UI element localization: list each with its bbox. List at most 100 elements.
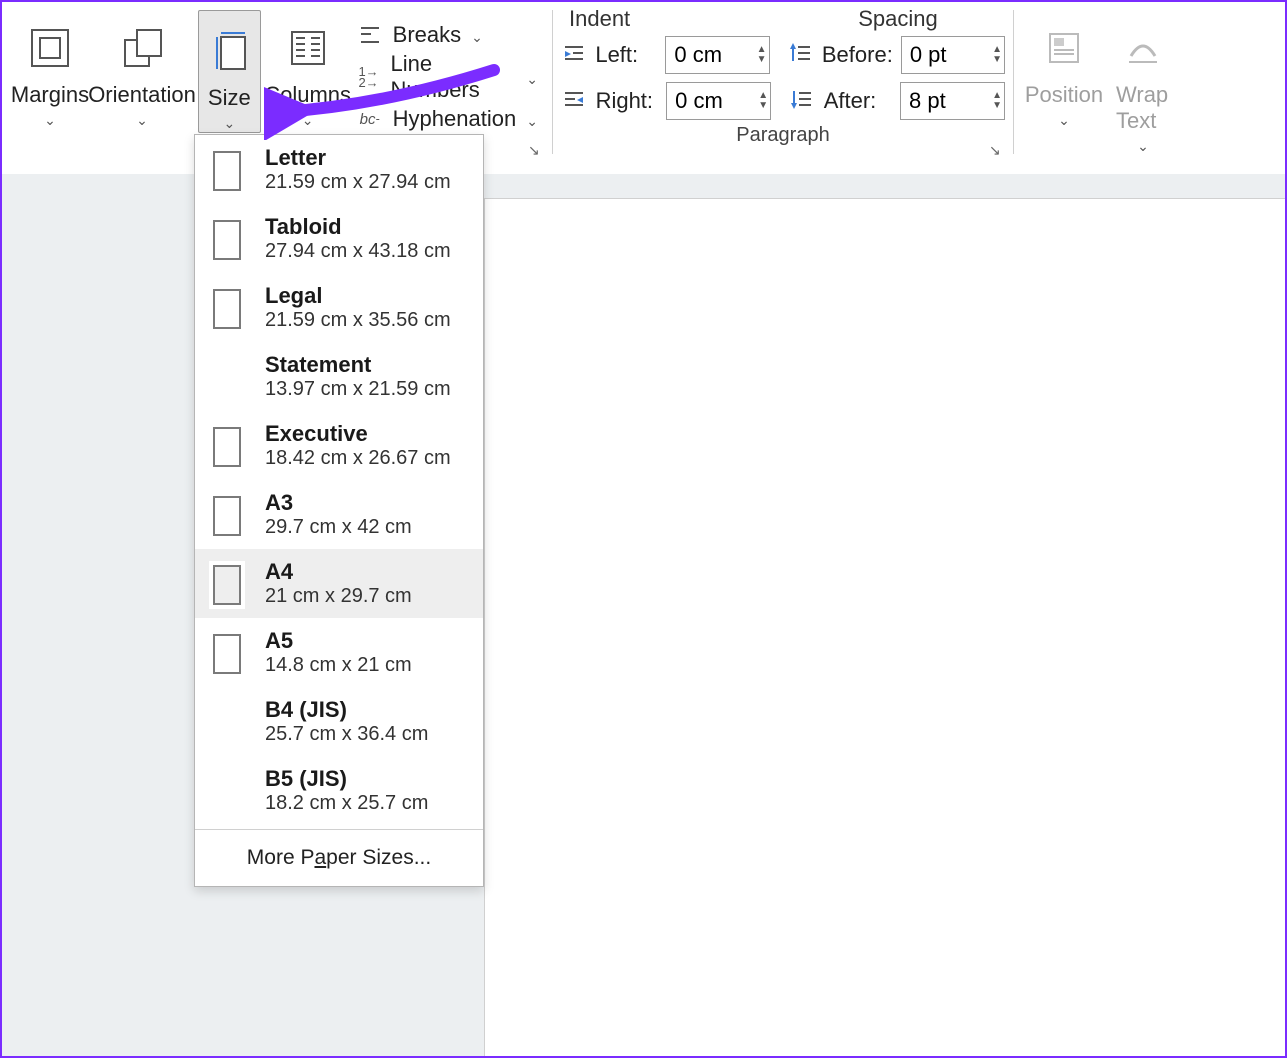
size-option-name: A5: [265, 628, 412, 654]
hyphenation-label: Hyphenation: [393, 106, 517, 132]
size-option-b5-jis-[interactable]: B5 (JIS)18.2 cm x 25.7 cm: [195, 756, 483, 825]
indent-left-label: Left:: [595, 42, 657, 68]
page-icon: [213, 289, 241, 329]
chevron-down-icon: ⌄: [526, 113, 538, 130]
indent-left-input[interactable]: 0 cm ▲▼: [665, 36, 769, 74]
spacing-after-value: 8 pt: [909, 88, 946, 114]
size-option-letter[interactable]: Letter21.59 cm x 27.94 cm: [195, 135, 483, 204]
group-paragraph: Indent Spacing Left: 0 cm ▲▼ Before: 0 p…: [553, 2, 1013, 162]
line-numbers-button[interactable]: 1→2→ Line Numbers ⌄: [351, 56, 544, 98]
position-icon: [1042, 24, 1086, 72]
size-option-dimensions: 18.2 cm x 25.7 cm: [265, 792, 428, 815]
paragraph-launcher[interactable]: ↘: [989, 142, 1007, 160]
spacing-after-input[interactable]: 8 pt ▲▼: [900, 82, 1005, 120]
size-button[interactable]: Size ⌄: [198, 10, 261, 133]
size-option-dimensions: 21 cm x 29.7 cm: [265, 585, 412, 608]
document-page: [484, 198, 1285, 1056]
orientation-button[interactable]: Orientation ⌄: [90, 8, 194, 129]
size-option-name: Legal: [265, 283, 451, 309]
size-option-name: Tabloid: [265, 214, 451, 240]
page-icon: [213, 220, 241, 260]
size-option-b4-jis-[interactable]: B4 (JIS)25.7 cm x 36.4 cm: [195, 687, 483, 756]
spinner-arrows[interactable]: ▲▼: [758, 91, 768, 111]
size-dropdown-menu: Letter21.59 cm x 27.94 cmTabloid27.94 cm…: [194, 134, 484, 887]
position-button: Position ⌄: [1022, 8, 1106, 129]
chevron-down-icon: ⌄: [1137, 138, 1149, 155]
breaks-icon: [357, 22, 383, 48]
page-icon-placeholder: [213, 358, 241, 398]
chevron-down-icon: ⌄: [1058, 112, 1070, 129]
size-option-a4[interactable]: A421 cm x 29.7 cm: [195, 549, 483, 618]
wrap-text-label: Wrap Text: [1116, 82, 1170, 134]
spinner-arrows[interactable]: ▲▼: [992, 91, 1002, 111]
indent-right-input[interactable]: 0 cm ▲▼: [666, 82, 771, 120]
chevron-down-icon: ⌄: [136, 112, 148, 129]
page-icon: [213, 427, 241, 467]
page-setup-launcher[interactable]: ↘: [528, 142, 546, 160]
line-numbers-label: Line Numbers: [391, 51, 517, 103]
indent-right-value: 0 cm: [675, 88, 723, 114]
wrap-text-icon: [1121, 24, 1165, 72]
size-option-dimensions: 14.8 cm x 21 cm: [265, 654, 412, 677]
size-option-statement[interactable]: Statement13.97 cm x 21.59 cm: [195, 342, 483, 411]
spinner-arrows[interactable]: ▲▼: [757, 45, 767, 65]
paragraph-group-label: Paragraph: [561, 124, 1005, 151]
more-paper-sizes[interactable]: More Paper Sizes...: [195, 830, 483, 886]
margins-button[interactable]: Margins ⌄: [10, 8, 90, 129]
size-option-executive[interactable]: Executive18.42 cm x 26.67 cm: [195, 411, 483, 480]
indent-left-value: 0 cm: [674, 42, 722, 68]
page-icon: [213, 634, 241, 674]
breaks-label: Breaks: [393, 22, 461, 48]
size-option-tabloid[interactable]: Tabloid27.94 cm x 43.18 cm: [195, 204, 483, 273]
line-numbers-icon: 1→2→: [357, 64, 381, 90]
orientation-icon: [119, 24, 165, 72]
page-icon: [213, 496, 241, 536]
page-icon: [213, 565, 241, 605]
size-label: Size: [208, 85, 251, 111]
size-icon: [207, 27, 251, 75]
size-option-name: Letter: [265, 145, 451, 171]
hyphenation-icon: bc-: [357, 106, 383, 132]
group-arrange: Position ⌄ Wrap Text ⌄: [1014, 2, 1188, 162]
size-option-name: A3: [265, 490, 412, 516]
columns-button[interactable]: Columns ⌄: [265, 8, 351, 129]
spacing-header: Spacing: [791, 6, 1005, 32]
indent-right-label: Right:: [596, 88, 659, 114]
size-option-name: Executive: [265, 421, 451, 447]
size-option-name: A4: [265, 559, 412, 585]
size-option-a5[interactable]: A514.8 cm x 21 cm: [195, 618, 483, 687]
chevron-down-icon: ⌄: [223, 115, 235, 132]
columns-icon: [286, 24, 330, 72]
breaks-button[interactable]: Breaks ⌄: [351, 14, 544, 56]
size-option-dimensions: 13.97 cm x 21.59 cm: [265, 378, 451, 401]
page-icon-placeholder: [213, 772, 241, 812]
size-option-dimensions: 29.7 cm x 42 cm: [265, 516, 412, 539]
spacing-before-input[interactable]: 0 pt ▲▼: [901, 36, 1005, 74]
size-option-name: Statement: [265, 352, 451, 378]
size-option-dimensions: 25.7 cm x 36.4 cm: [265, 723, 428, 746]
margins-label: Margins: [11, 82, 89, 108]
spacing-before-icon: [788, 41, 814, 69]
chevron-down-icon: ⌄: [44, 112, 56, 129]
size-option-name: B4 (JIS): [265, 697, 428, 723]
page-icon: [213, 151, 241, 191]
columns-label: Columns: [264, 82, 351, 108]
size-option-legal[interactable]: Legal21.59 cm x 35.56 cm: [195, 273, 483, 342]
spacing-after-label: After:: [824, 88, 892, 114]
size-option-name: B5 (JIS): [265, 766, 428, 792]
chevron-down-icon: ⌄: [526, 71, 538, 88]
position-label: Position: [1025, 82, 1103, 108]
spacing-before-value: 0 pt: [910, 42, 947, 68]
size-option-dimensions: 21.59 cm x 35.56 cm: [265, 309, 451, 332]
size-option-dimensions: 18.42 cm x 26.67 cm: [265, 447, 451, 470]
spinner-arrows[interactable]: ▲▼: [992, 45, 1002, 65]
indent-left-icon: [561, 41, 587, 69]
spacing-after-icon: [789, 87, 816, 115]
size-option-dimensions: 21.59 cm x 27.94 cm: [265, 171, 451, 194]
margins-icon: [28, 24, 72, 72]
wrap-text-button: Wrap Text ⌄: [1106, 8, 1180, 155]
size-option-a3[interactable]: A329.7 cm x 42 cm: [195, 480, 483, 549]
indent-right-icon: [561, 87, 588, 115]
chevron-down-icon: ⌄: [302, 112, 314, 129]
indent-header: Indent: [561, 6, 791, 32]
